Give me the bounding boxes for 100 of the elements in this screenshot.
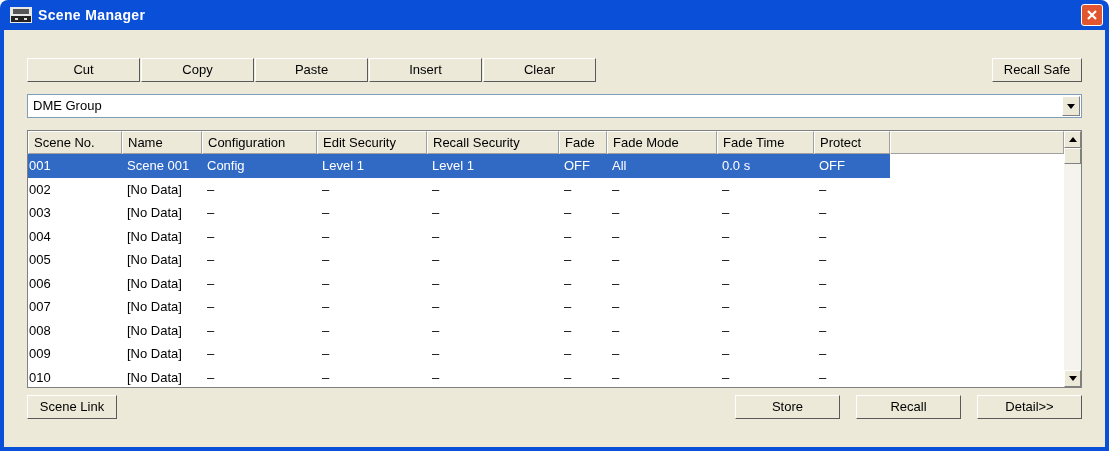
table-cell-text: –: [321, 274, 331, 293]
table-cell-text: –: [721, 321, 731, 340]
table-cell-text: –: [721, 227, 731, 246]
table-cell-text: Config: [206, 157, 246, 175]
table-cell-text: –: [431, 298, 441, 316]
table-cell-text: –: [611, 321, 621, 340]
dropdown-arrow-button[interactable]: [1062, 96, 1080, 116]
table-cell-text: –: [563, 180, 573, 199]
table-cell-text: –: [818, 298, 828, 316]
table-cell-text: [No Data]: [126, 345, 183, 363]
column-header[interactable]: Name: [122, 131, 202, 154]
dropdown-value: DME Group: [33, 97, 102, 116]
table-cell-text: [No Data]: [126, 368, 183, 387]
table-cell-text: 010: [28, 368, 52, 387]
table-cell-text: –: [206, 251, 216, 269]
table-cell-text: –: [431, 321, 441, 340]
close-icon: [1086, 9, 1098, 21]
table-cell-text: [No Data]: [126, 204, 183, 222]
action-button[interactable]: Recall: [856, 395, 961, 419]
table-row[interactable]: 002 [No Data] – – – – – – –: [28, 177, 890, 201]
table-cell-text: –: [721, 345, 731, 363]
table-cell-text: 0.0 s: [721, 157, 752, 175]
table-cell-text: –: [321, 227, 331, 246]
toolbar-button[interactable]: Insert: [369, 58, 482, 82]
column-header[interactable]: Fade: [559, 131, 607, 154]
table-cell-text: –: [431, 180, 441, 199]
up-arrow-icon: [1068, 137, 1077, 142]
column-header[interactable]: Recall Security: [427, 131, 559, 154]
table-cell-text: –: [563, 368, 573, 387]
group-dropdown[interactable]: DME Group: [27, 94, 1082, 118]
scroll-thumb[interactable]: [1064, 148, 1081, 164]
toolbar-button[interactable]: Copy: [141, 58, 254, 82]
table-cell-text: –: [818, 368, 828, 387]
table-cell-text: –: [818, 180, 828, 199]
table-cell-text: –: [611, 204, 621, 222]
table-cell-text: –: [611, 251, 621, 269]
table-cell-text: –: [431, 274, 441, 293]
column-header[interactable]: Edit Security: [317, 131, 427, 154]
toolbar-button[interactable]: Cut: [27, 58, 140, 82]
table-cell-text: –: [818, 321, 828, 340]
table-cell-text: –: [563, 345, 573, 363]
table-cell-text: [No Data]: [126, 251, 183, 269]
table-cell-text: 006: [28, 274, 52, 293]
table-cell-text: –: [611, 345, 621, 363]
table-cell-text: 008: [28, 321, 52, 340]
table-row[interactable]: 010 [No Data] – – – – – – –: [28, 365, 890, 387]
table-cell-text: –: [206, 321, 216, 340]
table-cell-text: –: [431, 345, 441, 363]
table-cell-text: –: [206, 274, 216, 293]
table-cell-text: [No Data]: [126, 274, 183, 293]
column-header[interactable]: Fade Time: [717, 131, 814, 154]
table-cell-text: –: [611, 298, 621, 316]
scene-link-button[interactable]: Scene Link: [27, 395, 117, 419]
table-cell-text: Level 1: [431, 157, 475, 175]
table-cell-text: [No Data]: [126, 298, 183, 316]
table-cell-text: –: [206, 227, 216, 246]
close-button[interactable]: [1081, 4, 1103, 26]
table-row[interactable]: 009 [No Data] – – – – – – –: [28, 342, 890, 366]
table-cell-text: –: [431, 204, 441, 222]
table-row[interactable]: 003 [No Data] – – – – – – –: [28, 201, 890, 225]
toolbar-button[interactable]: Paste: [255, 58, 368, 82]
table-cell-text: –: [721, 251, 731, 269]
table-cell-text: –: [563, 298, 573, 316]
scrollbar[interactable]: [1064, 131, 1081, 387]
column-header[interactable]: Fade Mode: [607, 131, 717, 154]
scroll-down-button[interactable]: [1064, 370, 1081, 387]
table-cell-text: –: [611, 368, 621, 387]
table-cell-text: –: [431, 251, 441, 269]
column-header[interactable]: Scene No.: [28, 131, 122, 154]
column-header[interactable]: Configuration: [202, 131, 317, 154]
app-icon: [10, 7, 32, 23]
column-header[interactable]: Protect: [814, 131, 890, 154]
action-button[interactable]: Store: [735, 395, 840, 419]
table-cell-text: –: [321, 321, 331, 340]
table-cell-text: 005: [28, 251, 52, 269]
recall-safe-button[interactable]: Recall Safe: [992, 58, 1082, 82]
toolbar-button[interactable]: Clear: [483, 58, 596, 82]
table-cell-text: [No Data]: [126, 227, 183, 246]
table-cell-text: –: [818, 274, 828, 293]
table-row[interactable]: 008 [No Data] – – – – – – –: [28, 318, 890, 342]
table-cell-text: –: [206, 204, 216, 222]
window-title: Scene Manager: [38, 5, 146, 25]
table-cell-text: –: [818, 204, 828, 222]
selected-row[interactable]: 001 Scene 001 Config Level 1 Level 1 OFF All 0.0 s OFF: [28, 154, 890, 178]
scroll-up-button[interactable]: [1064, 131, 1081, 148]
table-cell-text: [No Data]: [126, 321, 183, 340]
table-cell-text: Scene 001: [126, 157, 191, 175]
table-row[interactable]: 006 [No Data] – – – – – – –: [28, 271, 890, 295]
table-row[interactable]: 004 [No Data] – – – – – – –: [28, 224, 890, 248]
table-cell-text: –: [206, 180, 216, 199]
down-arrow-icon: [1068, 376, 1077, 381]
table-row[interactable]: 007 [No Data] – – – – – – –: [28, 295, 890, 319]
table-row[interactable]: 005 [No Data] – – – – – – –: [28, 248, 890, 272]
table-cell-text: –: [431, 368, 441, 387]
table-cell-text: 004: [28, 227, 52, 246]
table-cell-text: –: [431, 227, 441, 246]
table-cell-text: OFF: [818, 157, 846, 175]
table-cell-text: –: [563, 227, 573, 246]
table-cell-text: –: [721, 204, 731, 222]
action-button[interactable]: Detail>>: [977, 395, 1082, 419]
